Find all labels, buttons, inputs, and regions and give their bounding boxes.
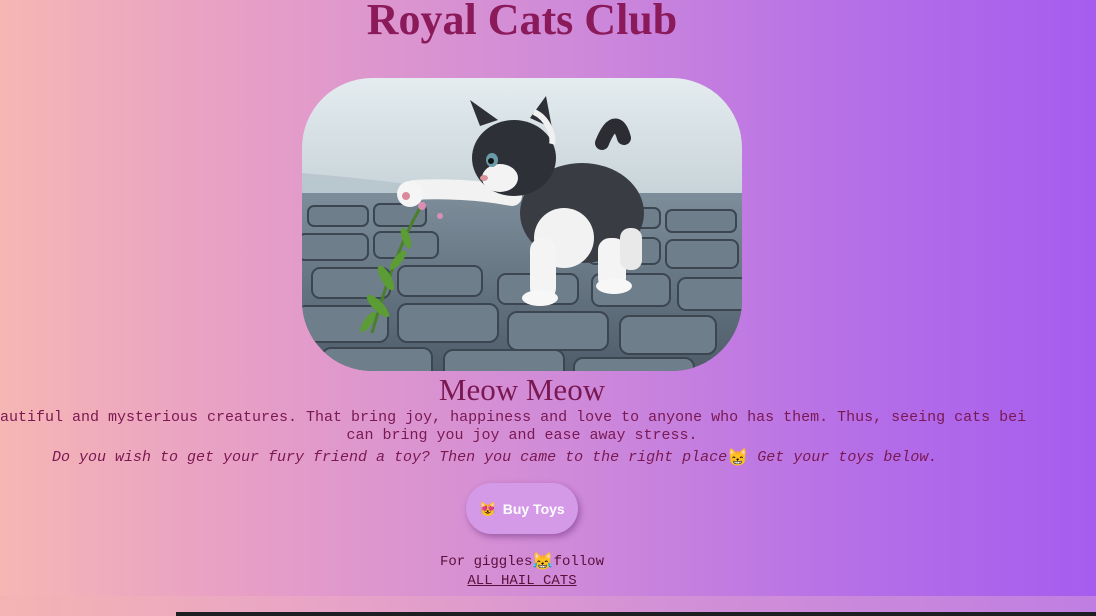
kitten-photo	[302, 78, 742, 371]
follow-text-before: For giggles	[439, 554, 533, 570]
all-hail-cats-link[interactable]: ALL HAIL CATS	[467, 573, 576, 589]
laughing-cat-icon: 😹	[532, 554, 554, 573]
description-line-2: can bring you joy and ease away stress.	[346, 427, 698, 444]
buy-toys-label: Buy Toys	[502, 500, 565, 517]
section-subtitle: Meow Meow	[438, 372, 606, 407]
cta-text-after: Get your toys below.	[748, 449, 938, 466]
description-line-1: eautiful and mysterious creatures. That …	[0, 409, 1027, 426]
follow-link-row: ALL HAIL CATS	[0, 572, 1044, 590]
buy-toys-button[interactable]: 😻 Buy Toys	[466, 483, 578, 534]
page-title: Royal Cats Club	[366, 0, 678, 44]
cta-text: Do you wish to get your fury friend a to…	[52, 448, 937, 469]
heart-eyes-cat-icon: 😻	[479, 500, 497, 517]
follow-text: For giggles😹follow	[0, 553, 1044, 573]
grinning-cat-icon: 😸	[727, 450, 749, 469]
horizontal-scrollbar[interactable]	[176, 612, 1096, 616]
follow-text-after: follow	[553, 554, 604, 570]
cta-text-before: Do you wish to get your fury friend a to…	[52, 449, 728, 466]
